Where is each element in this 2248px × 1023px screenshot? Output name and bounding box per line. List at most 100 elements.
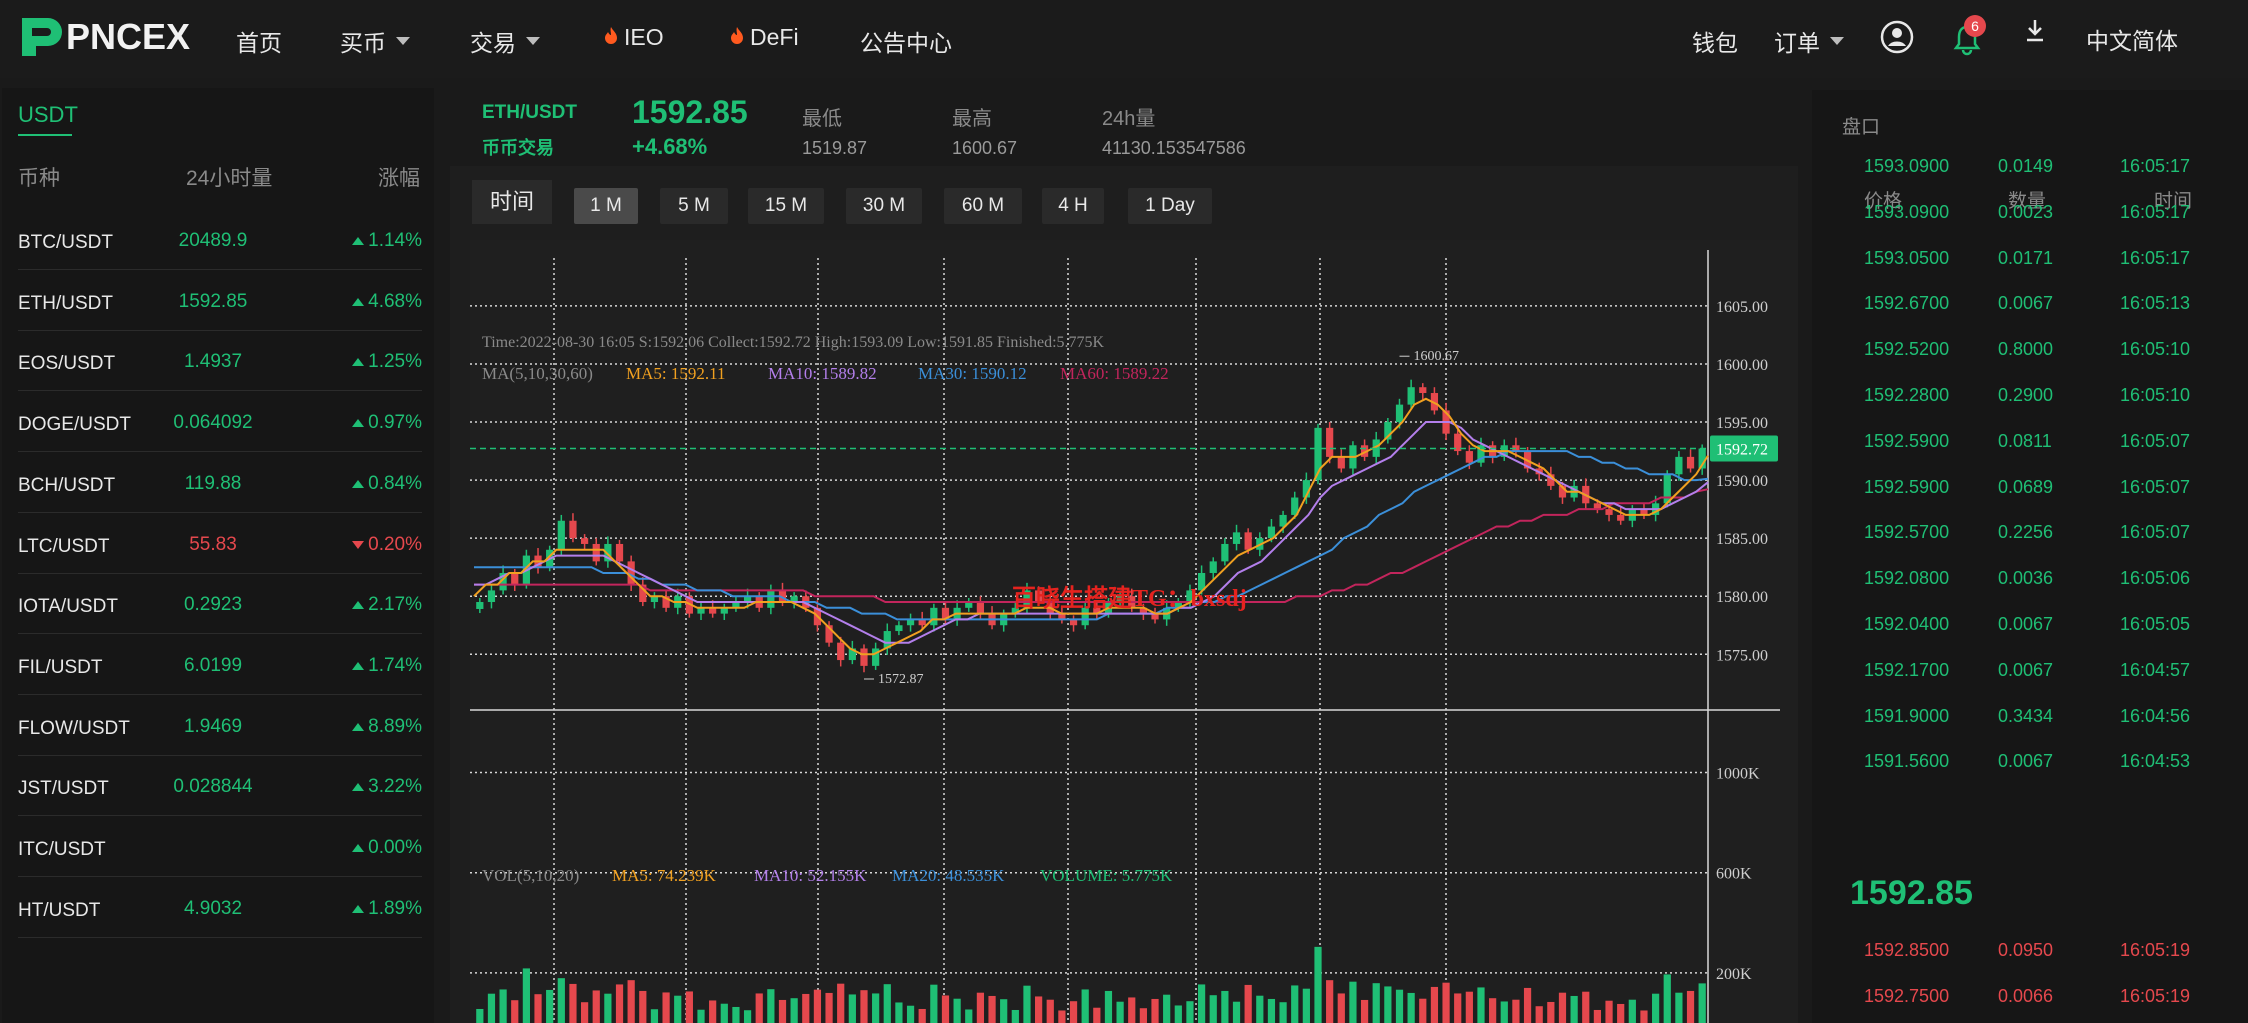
- orderbook-buy-row[interactable]: 1592.6700 0.0067 16:05:13: [1812, 281, 2248, 327]
- market-change: 8.89%: [352, 716, 422, 738]
- volume-bar: [755, 993, 763, 1023]
- nav-home[interactable]: 首页: [236, 24, 282, 58]
- candle-body: [1419, 387, 1427, 394]
- tf-1m[interactable]: 1 M: [574, 188, 638, 224]
- market-change-value: 1.89%: [368, 897, 422, 919]
- market-row[interactable]: LTC/USDT 55.83 0.20%: [18, 514, 422, 574]
- nav-orders[interactable]: 订单: [1774, 24, 1844, 58]
- kline-svg[interactable]: 1605.00 1600.00 1595.00 1590.00 1585.00 1580.…: [470, 240, 1798, 1023]
- volume-bar: [1605, 1000, 1613, 1023]
- tab-usdt[interactable]: USDT: [18, 102, 78, 128]
- market-pair: HT/USDT: [18, 899, 101, 921]
- ticker-low: 1519.87: [802, 138, 868, 158]
- ob-price: 1592.7500: [1864, 986, 1950, 1006]
- price-tick-label: 1600.00: [1716, 357, 1768, 374]
- tf-15m[interactable]: 15 M: [748, 188, 824, 224]
- market-row[interactable]: EOS/USDT 1.4937 1.25%: [18, 331, 422, 392]
- nav-buy[interactable]: 买币: [340, 24, 410, 58]
- market-row[interactable]: BCH/USDT 119.88 0.84%: [18, 453, 422, 513]
- volume-bar: [1221, 990, 1229, 1023]
- ob-amount: 0.0066: [1998, 986, 2054, 1006]
- orderbook-sell-row[interactable]: 1592.8500 0.0950 16:05:19: [1812, 928, 2248, 974]
- arrow-up-icon: [352, 419, 365, 428]
- market-change-value: 2.17%: [368, 594, 422, 616]
- volume-bar: [1267, 998, 1276, 1023]
- market-pair: LTC/USDT: [18, 535, 110, 557]
- volume-bar: [965, 1009, 973, 1023]
- candle-body: [1209, 561, 1217, 573]
- market-row[interactable]: JST/USDT 0.028844 3.22%: [18, 756, 422, 817]
- orderbook-buy-row[interactable]: 1593.0900 0.0023 16:05:17: [1812, 190, 2248, 236]
- candle-body: [592, 543, 600, 562]
- nav-trade-label: 交易: [470, 30, 516, 56]
- volume-bar: [1372, 983, 1380, 1023]
- market-row[interactable]: DOGE/USDT 0.064092 0.97%: [18, 392, 422, 453]
- volume-bar: [1163, 994, 1171, 1023]
- ob-time: 16:05:06: [2120, 568, 2191, 589]
- language-select[interactable]: 中文简体: [2086, 22, 2178, 56]
- orderbook-buy-row[interactable]: 1592.5900 0.0689 16:05:07: [1812, 465, 2248, 511]
- orderbook-buy-row[interactable]: 1592.0800 0.0036 16:05:06: [1812, 556, 2248, 602]
- orderbook-buy-row[interactable]: 1592.1700 0.0067 16:04:57: [1812, 648, 2248, 694]
- download-icon[interactable]: [2024, 18, 2046, 44]
- orderbook-sell-row[interactable]: 1592.7500 0.0066 16:05:19: [1812, 974, 2248, 1020]
- market-row[interactable]: HT/USDT 4.9032 1.89%: [18, 878, 422, 938]
- market-row[interactable]: BTC/USDT 20489.9 1.14%: [18, 210, 422, 270]
- candle-body: [557, 520, 565, 550]
- market-change: 2.17%: [352, 594, 422, 616]
- volume-bar: [1058, 1010, 1066, 1023]
- orderbook-buy-row[interactable]: 1592.2800 0.2900 16:05:10: [1812, 373, 2248, 419]
- tf-5m[interactable]: 5 M: [660, 188, 728, 224]
- arrow-up-icon: [352, 601, 365, 610]
- volume-bar: [1652, 993, 1660, 1023]
- volume-bar: [1326, 980, 1334, 1023]
- orderbook-buy-row[interactable]: 1592.5700 0.2256 16:05:07: [1812, 510, 2248, 556]
- volume-bar: [1116, 1001, 1124, 1023]
- orderbook-buy-row[interactable]: 1592.5200 0.8000 16:05:10: [1812, 327, 2248, 373]
- volume-bar: [1617, 1003, 1625, 1023]
- orderbook-buy-row[interactable]: 1593.0500 0.0171 16:05:17: [1812, 236, 2248, 282]
- market-change: 1.74%: [352, 655, 422, 677]
- market-change-value: 0.84%: [368, 472, 422, 494]
- tf-30m[interactable]: 30 M: [846, 188, 922, 224]
- nav-ieo[interactable]: IEO: [604, 24, 664, 51]
- candle-body: [767, 590, 775, 608]
- market-row[interactable]: FIL/USDT 6.0199 1.74%: [18, 635, 422, 695]
- market-row[interactable]: ITC/USDT 0.00%: [18, 817, 422, 877]
- market-row[interactable]: IOTA/USDT 0.2923 2.17%: [18, 574, 422, 635]
- tf-1day[interactable]: 1 Day: [1128, 188, 1212, 224]
- market-change: 4.68%: [352, 291, 422, 313]
- kline-chart[interactable]: 1605.00 1600.00 1595.00 1590.00 1585.00 1580.…: [470, 240, 1798, 1023]
- volume-bar: [930, 984, 938, 1023]
- candle-body: [1617, 514, 1625, 521]
- orderbook-buy-row[interactable]: 1591.9000 0.3434 16:04:56: [1812, 694, 2248, 740]
- ob-amount: 0.2900: [1998, 385, 2054, 405]
- market-change-value: 0.20%: [368, 533, 422, 555]
- tf-4h[interactable]: 4 H: [1042, 188, 1104, 224]
- market-change: 1.14%: [352, 230, 422, 252]
- market-pair: BCH/USDT: [18, 474, 116, 496]
- logo[interactable]: PNCEX: [18, 14, 190, 60]
- nav-wallet[interactable]: 钱包: [1692, 24, 1738, 58]
- ob-amount: 0.0149: [1998, 156, 2054, 176]
- ob-time: 16:04:56: [2120, 705, 2191, 726]
- volume-bar: [511, 1000, 519, 1023]
- market-row[interactable]: FLOW/USDT 1.9469 8.89%: [18, 696, 422, 756]
- nav-defi[interactable]: DeFi: [730, 24, 799, 51]
- tf-60m[interactable]: 60 M: [944, 188, 1022, 224]
- nav-announcements[interactable]: 公告中心: [860, 24, 952, 58]
- ma10-label: MA10: 1589.82: [768, 364, 877, 383]
- orderbook-buy-row[interactable]: 1591.5600 0.0067 16:04:53: [1812, 739, 2248, 785]
- volume-bar: [1360, 999, 1369, 1023]
- market-row[interactable]: ETH/USDT 1592.85 4.68%: [18, 271, 422, 331]
- user-circle-icon[interactable]: [1880, 20, 1914, 54]
- nav-trade[interactable]: 交易: [470, 24, 540, 58]
- volume-bar: [1686, 990, 1695, 1023]
- orderbook-buy-row[interactable]: 1592.0400 0.0067 16:05:05: [1812, 602, 2248, 648]
- market-change: 3.22%: [352, 776, 422, 798]
- orderbook-buy-row[interactable]: 1593.0900 0.0149 16:05:17: [1812, 144, 2248, 190]
- orderbook-buy-row[interactable]: 1592.5900 0.0811 16:05:07: [1812, 419, 2248, 465]
- market-change-value: 0.97%: [368, 412, 422, 434]
- volume-bar: [1454, 993, 1462, 1023]
- ob-amount: 0.2256: [1998, 522, 2054, 543]
